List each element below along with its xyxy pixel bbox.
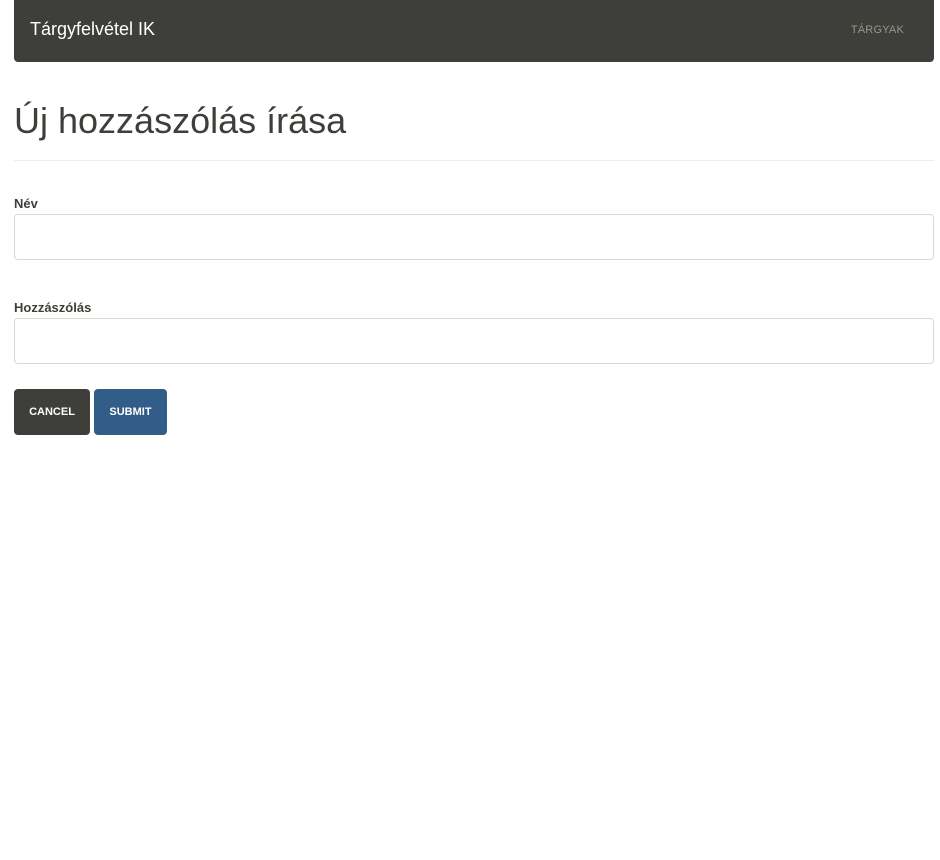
name-input[interactable]: [14, 214, 934, 260]
navbar-brand[interactable]: Tárgyfelvétel IK: [30, 18, 155, 40]
nav-link-targyak[interactable]: TÁRGYAK: [851, 23, 904, 37]
page-title: Új hozzászólás írása: [14, 100, 347, 141]
cancel-button[interactable]: CANCEL: [14, 389, 90, 435]
name-field-label: Név: [14, 196, 38, 211]
comment-input[interactable]: [14, 318, 934, 364]
title-divider: [14, 160, 934, 161]
comment-field-label: Hozzászólás: [14, 300, 92, 315]
navbar: Tárgyfelvétel IK TÁRGYAK: [14, 0, 934, 62]
submit-button[interactable]: SUBMIT: [94, 389, 167, 435]
